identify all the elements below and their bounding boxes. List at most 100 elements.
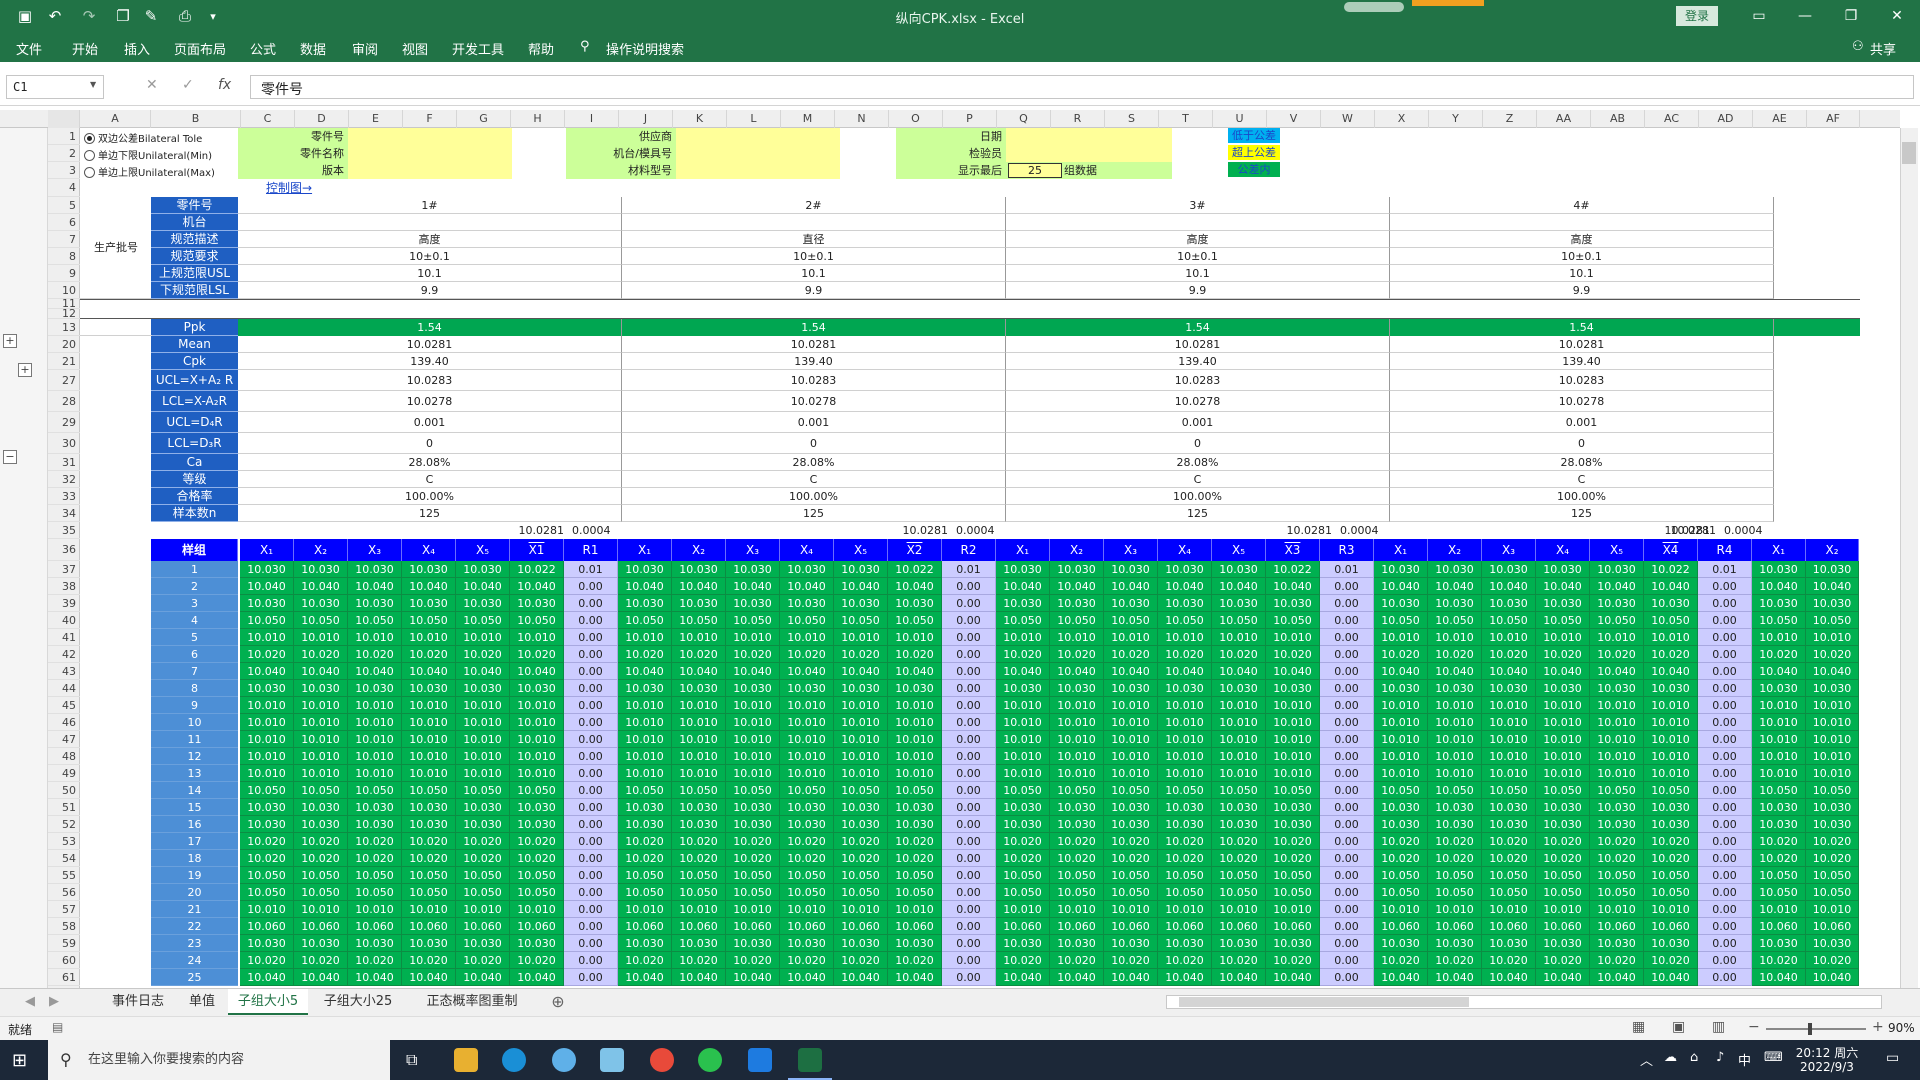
sample-cell[interactable]: 10.030 — [402, 816, 456, 833]
sample-cell[interactable]: 10.010 — [1482, 901, 1536, 918]
sample-cell[interactable]: 10.010 — [780, 714, 834, 731]
sample-cell[interactable]: 10.030 — [402, 680, 456, 697]
sample-cell[interactable]: 10.050 — [1374, 782, 1428, 799]
sample-cell[interactable]: 10.010 — [1050, 714, 1104, 731]
sample-cell[interactable]: 10.040 — [456, 969, 510, 986]
sample-cell[interactable]: 10.030 — [1374, 799, 1428, 816]
sample-cell[interactable]: 10.010 — [672, 697, 726, 714]
sample-cell[interactable]: 10.010 — [1212, 714, 1266, 731]
sample-cell[interactable]: 10.030 — [726, 935, 780, 952]
sample-cell[interactable]: 10.030 — [618, 799, 672, 816]
sample-cell[interactable]: 10.030 — [1590, 595, 1644, 612]
xbar-cell[interactable]: 10.050 — [1644, 612, 1698, 629]
sample-cell[interactable]: 10.030 — [348, 799, 402, 816]
ime-indicator[interactable]: 中 — [1738, 1050, 1751, 1069]
sample-cell[interactable]: 10.030 — [1752, 816, 1806, 833]
sample-cell[interactable]: 10.040 — [402, 663, 456, 680]
sample-cell[interactable]: 10.050 — [1806, 884, 1859, 901]
sample-cell[interactable]: 10.010 — [294, 765, 348, 782]
sample-cell[interactable]: 10.040 — [294, 578, 348, 595]
column-header[interactable]: F — [403, 110, 457, 128]
zoom-in-icon[interactable]: + — [1872, 1019, 1884, 1035]
sample-cell[interactable]: 10.040 — [1428, 969, 1482, 986]
sample-cell[interactable]: 10.030 — [1536, 595, 1590, 612]
sample-cell[interactable]: 10.010 — [402, 731, 456, 748]
sample-cell[interactable]: 10.040 — [294, 663, 348, 680]
row-header[interactable]: 35 — [48, 522, 80, 539]
xbar-cell[interactable]: 10.010 — [510, 714, 564, 731]
insert-function-icon[interactable]: fx — [218, 77, 231, 93]
sample-cell[interactable]: 10.030 — [1212, 561, 1266, 578]
sample-cell[interactable]: 10.030 — [726, 816, 780, 833]
column-header[interactable]: S — [1105, 110, 1159, 128]
xbar-cell[interactable]: 10.022 — [510, 561, 564, 578]
sample-cell[interactable]: 10.010 — [1752, 901, 1806, 918]
sample-cell[interactable]: 10.030 — [1806, 595, 1859, 612]
sample-cell[interactable]: 10.020 — [996, 850, 1050, 867]
sample-cell[interactable]: 10.030 — [348, 561, 402, 578]
sample-cell[interactable]: 10.030 — [1212, 680, 1266, 697]
range-cell[interactable]: 0.00 — [564, 646, 618, 663]
range-cell[interactable]: 0.00 — [1320, 663, 1374, 680]
sample-cell[interactable]: 10.030 — [456, 680, 510, 697]
sample-cell[interactable]: 10.050 — [1536, 867, 1590, 884]
xbar-cell[interactable]: 10.030 — [1644, 595, 1698, 612]
xbar-cell[interactable]: 10.030 — [510, 799, 564, 816]
row-header[interactable]: 46 — [48, 714, 80, 731]
sample-cell[interactable]: 10.020 — [618, 952, 672, 969]
sample-cell[interactable]: 10.020 — [1590, 646, 1644, 663]
sample-cell[interactable]: 10.030 — [618, 816, 672, 833]
sample-cell[interactable]: 10.010 — [1806, 731, 1859, 748]
range-cell[interactable]: 0.00 — [1698, 901, 1752, 918]
sample-cell[interactable]: 10.030 — [294, 561, 348, 578]
sample-cell[interactable]: 10.050 — [348, 867, 402, 884]
range-cell[interactable]: 0.00 — [1698, 646, 1752, 663]
sample-cell[interactable]: 10.050 — [834, 612, 888, 629]
sample-cell[interactable]: 10.010 — [780, 748, 834, 765]
sample-cell[interactable]: 10.010 — [1158, 901, 1212, 918]
sample-cell[interactable]: 10.040 — [1374, 969, 1428, 986]
column-header[interactable]: AB — [1591, 110, 1645, 128]
range-cell[interactable]: 0.00 — [1698, 765, 1752, 782]
xbar-cell[interactable]: 10.050 — [510, 867, 564, 884]
sample-cell[interactable]: 10.040 — [1428, 663, 1482, 680]
sample-cell[interactable]: 10.010 — [348, 901, 402, 918]
sample-cell[interactable]: 10.020 — [1482, 833, 1536, 850]
sample-cell[interactable]: 10.010 — [834, 714, 888, 731]
xbar-cell[interactable]: 10.020 — [510, 646, 564, 663]
range-cell[interactable]: 0.00 — [942, 578, 996, 595]
sample-cell[interactable]: 10.040 — [348, 969, 402, 986]
sample-cell[interactable]: 10.010 — [1482, 748, 1536, 765]
sample-cell[interactable]: 10.020 — [834, 850, 888, 867]
sample-cell[interactable]: 10.020 — [1104, 833, 1158, 850]
sample-cell[interactable]: 10.020 — [1212, 850, 1266, 867]
row-header[interactable]: 54 — [48, 850, 80, 867]
sample-cell[interactable]: 10.020 — [1806, 646, 1859, 663]
sample-cell[interactable]: 10.010 — [618, 748, 672, 765]
sample-cell[interactable]: 10.010 — [1104, 629, 1158, 646]
sample-cell[interactable]: 10.010 — [726, 901, 780, 918]
xbar-cell[interactable]: 10.030 — [1266, 595, 1320, 612]
xbar-cell[interactable]: 10.060 — [1266, 918, 1320, 935]
row-header[interactable]: 45 — [48, 697, 80, 714]
row-header[interactable]: 36 — [48, 539, 80, 561]
xbar-cell[interactable]: 10.010 — [510, 901, 564, 918]
row-header[interactable]: 30 — [48, 433, 80, 454]
sample-cell[interactable]: 10.030 — [1158, 935, 1212, 952]
sample-cell[interactable]: 10.010 — [1212, 629, 1266, 646]
xbar-cell[interactable]: 10.040 — [1266, 969, 1320, 986]
sample-cell[interactable]: 10.010 — [780, 901, 834, 918]
sample-cell[interactable]: 10.010 — [996, 697, 1050, 714]
sample-cell[interactable]: 10.030 — [1482, 799, 1536, 816]
sample-cell[interactable]: 10.020 — [1536, 833, 1590, 850]
sample-cell[interactable]: 10.040 — [1752, 578, 1806, 595]
macro-record-icon[interactable]: ▤ — [52, 1020, 63, 1034]
xbar-cell[interactable]: 10.020 — [1266, 646, 1320, 663]
sample-cell[interactable]: 10.010 — [1482, 629, 1536, 646]
sample-cell[interactable]: 10.030 — [996, 816, 1050, 833]
sample-cell[interactable]: 10.040 — [834, 663, 888, 680]
scroll-tabs-left-icon[interactable]: ◀ — [20, 989, 40, 1015]
sample-cell[interactable]: 10.020 — [726, 952, 780, 969]
range-cell[interactable]: 0.00 — [1320, 748, 1374, 765]
range-cell[interactable]: 0.00 — [564, 697, 618, 714]
